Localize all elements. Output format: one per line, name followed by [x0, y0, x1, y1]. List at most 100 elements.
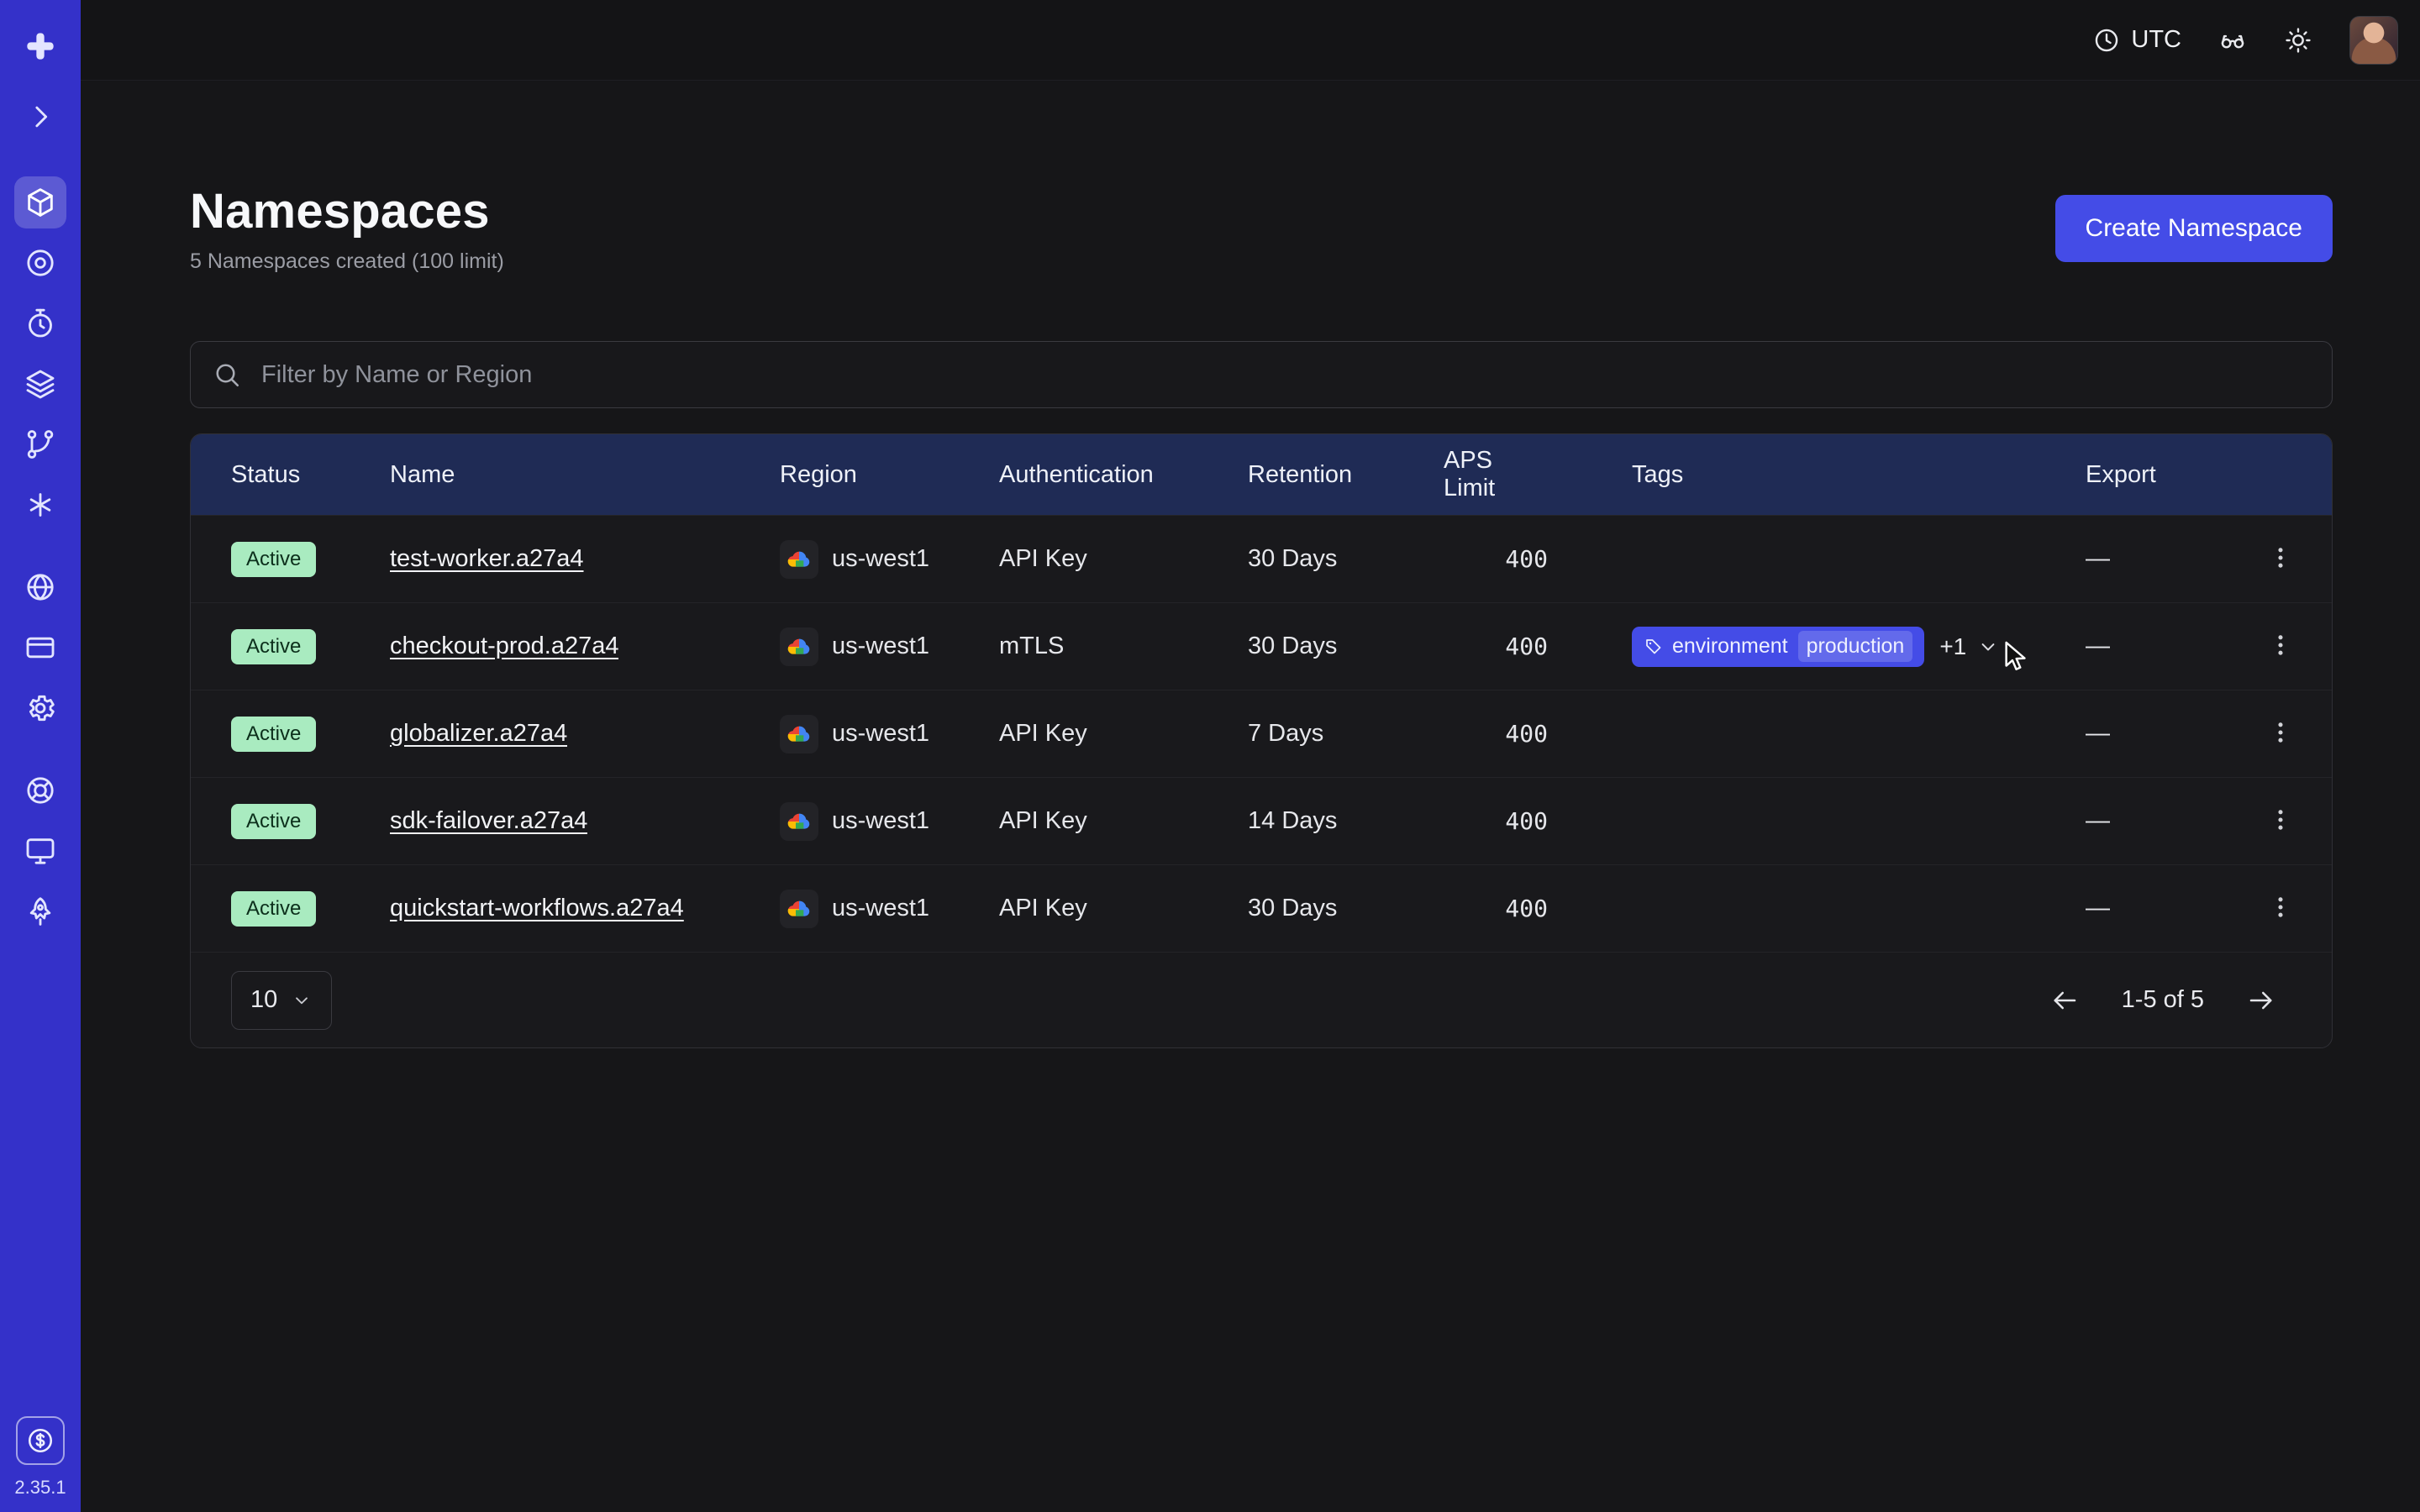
timezone-selector[interactable]: UTC: [2092, 26, 2181, 55]
column-header-status: Status: [191, 461, 390, 489]
layers-icon: [24, 367, 57, 401]
status-badge: Active: [231, 804, 316, 839]
namespace-link[interactable]: checkout-prod.a27a4: [390, 633, 618, 660]
chevron-down-icon: [1976, 635, 2000, 659]
table-footer: 10 1-5 of 5: [191, 952, 2332, 1047]
chevron-down-icon: [291, 990, 313, 1011]
topbar: UTC: [81, 0, 2420, 81]
namespace-link[interactable]: globalizer.a27a4: [390, 720, 567, 748]
retention-label: 30 Days: [1248, 895, 1444, 922]
sidebar-item-settings[interactable]: [14, 682, 66, 734]
gcp-icon: [780, 890, 818, 928]
auth-label: API Key: [999, 545, 1248, 573]
column-header-export: Export: [2086, 461, 2226, 489]
sidebar-item-namespaces[interactable]: [14, 176, 66, 228]
table-row: Active sdk-failover.a27a4 us-west1 API K…: [191, 777, 2332, 864]
sidebar-item-regions[interactable]: [14, 561, 66, 613]
gcp-icon: [780, 540, 818, 579]
pagination-range: 1-5 of 5: [2122, 986, 2204, 1014]
sidebar-item-billing[interactable]: [14, 622, 66, 674]
tag-pill[interactable]: environment production: [1632, 627, 1924, 667]
export-value: —: [2086, 807, 2226, 835]
page-size-value: 10: [250, 986, 277, 1014]
row-menu-button[interactable]: [2260, 624, 2302, 669]
create-namespace-button[interactable]: Create Namespace: [2055, 195, 2333, 262]
arrow-left-icon: [2049, 985, 2080, 1016]
auth-label: mTLS: [999, 633, 1248, 660]
export-value: —: [2086, 895, 2226, 922]
search-input[interactable]: [190, 341, 2333, 408]
row-menu-button[interactable]: [2260, 799, 2302, 843]
tag-icon: [1644, 637, 1664, 657]
table-row: Active globalizer.a27a4 us-west1 API Key…: [191, 690, 2332, 777]
retention-label: 7 Days: [1248, 720, 1444, 748]
export-value: —: [2086, 545, 2226, 573]
kebab-icon: [2266, 806, 2295, 834]
glasses-icon: [2218, 26, 2247, 55]
branch-icon: [24, 428, 57, 461]
app-version: 2.35.1: [14, 1477, 66, 1499]
avatar[interactable]: [2349, 16, 2398, 65]
monitor-icon: [24, 834, 57, 868]
retention-label: 14 Days: [1248, 807, 1444, 835]
retention-label: 30 Days: [1248, 633, 1444, 660]
lifebuoy-icon: [24, 774, 57, 807]
status-badge: Active: [231, 629, 316, 664]
page-size-selector[interactable]: 10: [231, 971, 332, 1030]
row-menu-button[interactable]: [2260, 711, 2302, 756]
usage-button[interactable]: [16, 1416, 65, 1465]
gcp-icon: [780, 715, 818, 753]
sidebar-item-workflows[interactable]: [14, 237, 66, 289]
namespace-link[interactable]: quickstart-workflows.a27a4: [390, 895, 684, 922]
kebab-icon: [2266, 893, 2295, 921]
sidebar-item-support[interactable]: [14, 764, 66, 816]
sidebar-item-getting-started[interactable]: [14, 885, 66, 937]
sidebar-item-deployments[interactable]: [14, 358, 66, 410]
row-menu-button[interactable]: [2260, 886, 2302, 931]
status-badge: Active: [231, 717, 316, 752]
auth-label: API Key: [999, 720, 1248, 748]
retention-label: 30 Days: [1248, 545, 1444, 573]
table-row: Active test-worker.a27a4 us-west1 API Ke…: [191, 515, 2332, 602]
namespaces-table: Status Name Region Authentication Retent…: [190, 433, 2333, 1048]
sidebar-expand-button[interactable]: [14, 91, 66, 143]
gcp-icon: [780, 627, 818, 666]
kebab-icon: [2266, 718, 2295, 747]
column-header-authentication: Authentication: [999, 461, 1248, 489]
kebab-icon: [2266, 631, 2295, 659]
previous-page-button[interactable]: [2044, 980, 2085, 1021]
auth-label: API Key: [999, 895, 1248, 922]
namespace-link[interactable]: sdk-failover.a27a4: [390, 807, 587, 835]
asterisk-icon: [24, 488, 57, 522]
table-row: Active quickstart-workflows.a27a4 us-wes…: [191, 864, 2332, 952]
aps-limit-value: 400: [1444, 545, 1632, 573]
aps-limit-value: 400: [1444, 895, 1632, 922]
timer-icon: [24, 307, 57, 340]
page-title: Namespaces: [190, 183, 504, 239]
circle-dot-icon: [24, 246, 57, 280]
sidebar-item-schedules[interactable]: [14, 297, 66, 349]
sidebar: 2.35.1: [0, 0, 81, 1512]
next-page-button[interactable]: [2241, 980, 2281, 1021]
labs-toggle-button[interactable]: [2218, 26, 2247, 55]
arrow-right-icon: [2246, 985, 2276, 1016]
column-header-retention: Retention: [1248, 461, 1444, 489]
temporal-logo[interactable]: [14, 20, 66, 72]
page-subtitle: 5 Namespaces created (100 limit): [190, 249, 504, 274]
rocket-icon: [24, 895, 57, 928]
auth-label: API Key: [999, 807, 1248, 835]
theme-toggle-button[interactable]: [2284, 26, 2312, 55]
aps-limit-value: 400: [1444, 807, 1632, 835]
namespace-link[interactable]: test-worker.a27a4: [390, 545, 584, 573]
row-menu-button[interactable]: [2260, 537, 2302, 581]
tags-expand-button[interactable]: [1973, 632, 2003, 662]
sidebar-item-console[interactable]: [14, 825, 66, 877]
main-content: Namespaces 5 Namespaces created (100 lim…: [81, 81, 2420, 1512]
sun-icon: [2284, 26, 2312, 55]
status-badge: Active: [231, 542, 316, 577]
aps-limit-value: 400: [1444, 633, 1632, 660]
sidebar-item-nexus[interactable]: [14, 418, 66, 470]
column-header-aps-limit: APS Limit: [1444, 447, 1632, 502]
region-label: us-west1: [832, 807, 929, 835]
sidebar-item-batch-operations[interactable]: [14, 479, 66, 531]
